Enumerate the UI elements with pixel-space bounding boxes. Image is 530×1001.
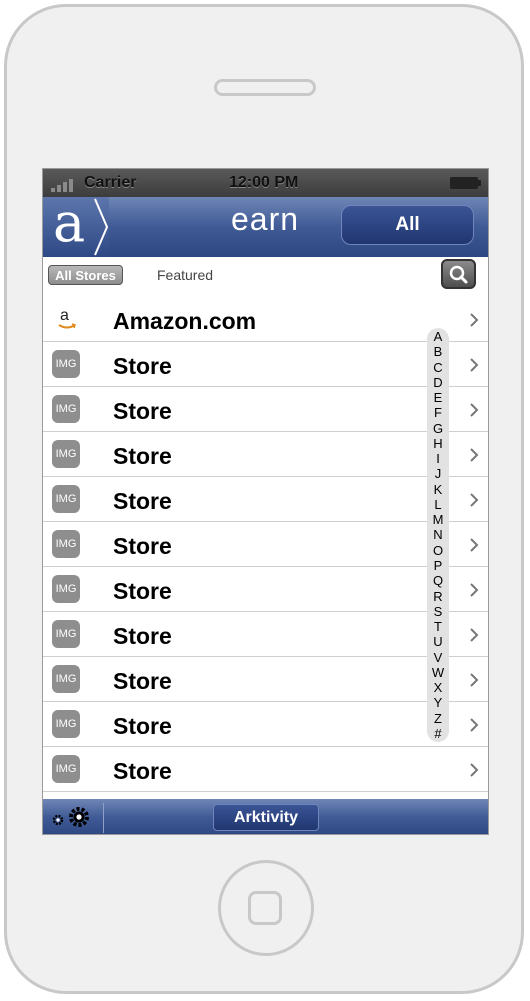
tab-featured[interactable]: Featured bbox=[157, 267, 213, 283]
list-item[interactable]: IMG Store bbox=[43, 387, 488, 432]
nav-bar: a earn All bbox=[43, 191, 488, 257]
index-letter[interactable]: M bbox=[433, 513, 444, 526]
img-placeholder-icon: IMG bbox=[52, 710, 80, 738]
store-name: Store bbox=[113, 398, 172, 424]
store-name: Store bbox=[113, 623, 172, 649]
chevron-right-icon bbox=[470, 538, 479, 552]
all-button[interactable]: All bbox=[341, 205, 474, 245]
page-title: earn bbox=[231, 201, 300, 237]
index-letter[interactable]: U bbox=[433, 635, 442, 648]
store-name: Store bbox=[113, 578, 172, 604]
store-name: Amazon.com bbox=[113, 308, 257, 334]
index-letter[interactable]: F bbox=[434, 406, 442, 419]
index-letter[interactable]: G bbox=[433, 422, 443, 435]
index-letter[interactable]: J bbox=[435, 467, 442, 480]
index-letter[interactable]: S bbox=[434, 605, 443, 618]
index-letter[interactable]: L bbox=[434, 498, 441, 511]
chevron-right-icon bbox=[470, 403, 479, 417]
index-letter[interactable]: R bbox=[433, 590, 442, 603]
img-placeholder-icon: IMG bbox=[52, 665, 80, 693]
filter-bar: All Stores Featured bbox=[43, 257, 488, 298]
index-letter[interactable]: A bbox=[434, 330, 443, 343]
chevron-right-icon bbox=[470, 673, 479, 687]
store-name: Store bbox=[113, 443, 172, 469]
list-item[interactable]: IMG Store bbox=[43, 702, 488, 747]
index-letter[interactable]: O bbox=[433, 544, 443, 557]
index-letter[interactable]: P bbox=[434, 559, 443, 572]
activity-button[interactable]: Arktivity bbox=[213, 804, 319, 831]
settings-gear-icon[interactable] bbox=[67, 805, 91, 829]
index-letter[interactable]: X bbox=[434, 681, 443, 694]
search-button[interactable] bbox=[441, 259, 476, 289]
clock-label: 12:00 PM bbox=[229, 174, 299, 191]
index-letter[interactable]: H bbox=[433, 437, 442, 450]
index-letter[interactable]: C bbox=[433, 361, 442, 374]
index-letter[interactable]: # bbox=[434, 727, 441, 740]
list-item[interactable]: IMG Store bbox=[43, 342, 488, 387]
home-square-icon bbox=[248, 891, 282, 925]
chevron-right-icon bbox=[470, 718, 479, 732]
bottom-toolbar: Arktivity bbox=[43, 799, 488, 834]
chevron-right-icon bbox=[94, 198, 109, 256]
store-name: Store bbox=[113, 668, 172, 694]
list-item[interactable]: IMG Store bbox=[43, 612, 488, 657]
img-placeholder-icon: IMG bbox=[52, 620, 80, 648]
index-letter[interactable]: V bbox=[434, 651, 443, 664]
store-name: Store bbox=[113, 353, 172, 379]
app-screen: Carrier 12:00 PM a earn All All Stores F… bbox=[42, 168, 489, 835]
img-placeholder-icon: IMG bbox=[52, 755, 80, 783]
chevron-right-icon bbox=[470, 583, 479, 597]
app-logo[interactable]: a bbox=[43, 191, 109, 257]
img-placeholder-icon: IMG bbox=[52, 575, 80, 603]
index-letter[interactable]: B bbox=[434, 345, 443, 358]
store-name: Store bbox=[113, 488, 172, 514]
store-list: a Amazon.com IMG Store IMG Store IMG Sto… bbox=[43, 297, 488, 792]
status-bar: Carrier 12:00 PM bbox=[43, 169, 488, 197]
tab-all-stores[interactable]: All Stores bbox=[48, 265, 123, 285]
list-item[interactable]: IMG Store bbox=[43, 522, 488, 567]
img-placeholder-icon: IMG bbox=[52, 530, 80, 558]
chevron-right-icon bbox=[470, 763, 479, 777]
img-placeholder-icon: IMG bbox=[52, 350, 80, 378]
chevron-right-icon bbox=[470, 448, 479, 462]
index-letter[interactable]: Z bbox=[434, 712, 442, 725]
index-letter[interactable]: W bbox=[432, 666, 444, 679]
toolbar-divider bbox=[103, 803, 104, 833]
index-letter[interactable]: K bbox=[434, 483, 443, 496]
speaker-slot bbox=[214, 79, 316, 96]
chevron-right-icon bbox=[470, 493, 479, 507]
amazon-logo-icon: a bbox=[56, 305, 78, 333]
index-letter[interactable]: E bbox=[434, 391, 443, 404]
list-item[interactable]: IMG Store bbox=[43, 432, 488, 477]
index-letter[interactable]: T bbox=[434, 620, 442, 633]
img-placeholder-icon: IMG bbox=[52, 485, 80, 513]
store-name: Store bbox=[113, 533, 172, 559]
list-item[interactable]: IMG Store bbox=[43, 567, 488, 612]
list-item[interactable]: a Amazon.com bbox=[43, 297, 488, 342]
index-letter[interactable]: Q bbox=[433, 574, 443, 587]
chevron-right-icon bbox=[470, 358, 479, 372]
search-icon bbox=[449, 265, 468, 284]
index-letter[interactable]: D bbox=[433, 376, 442, 389]
list-item[interactable]: IMG Store bbox=[43, 477, 488, 522]
store-name: Store bbox=[113, 758, 172, 784]
img-placeholder-icon: IMG bbox=[52, 395, 80, 423]
list-item[interactable]: IMG Store bbox=[43, 747, 488, 792]
img-placeholder-icon: IMG bbox=[52, 440, 80, 468]
logo-letter: a bbox=[53, 191, 86, 254]
carrier-label: Carrier bbox=[84, 174, 137, 191]
list-item[interactable]: IMG Store bbox=[43, 657, 488, 702]
chevron-right-icon bbox=[470, 313, 479, 327]
battery-icon bbox=[450, 177, 481, 189]
signal-icon bbox=[51, 178, 81, 192]
gear-icon[interactable] bbox=[51, 813, 65, 827]
index-letter[interactable]: I bbox=[436, 452, 440, 465]
alphabet-index[interactable]: A B C D E F G H I J K L M N O P Q R S T … bbox=[427, 328, 449, 742]
index-letter[interactable]: N bbox=[433, 528, 442, 541]
store-name: Store bbox=[113, 713, 172, 739]
chevron-right-icon bbox=[470, 628, 479, 642]
index-letter[interactable]: Y bbox=[434, 696, 443, 709]
